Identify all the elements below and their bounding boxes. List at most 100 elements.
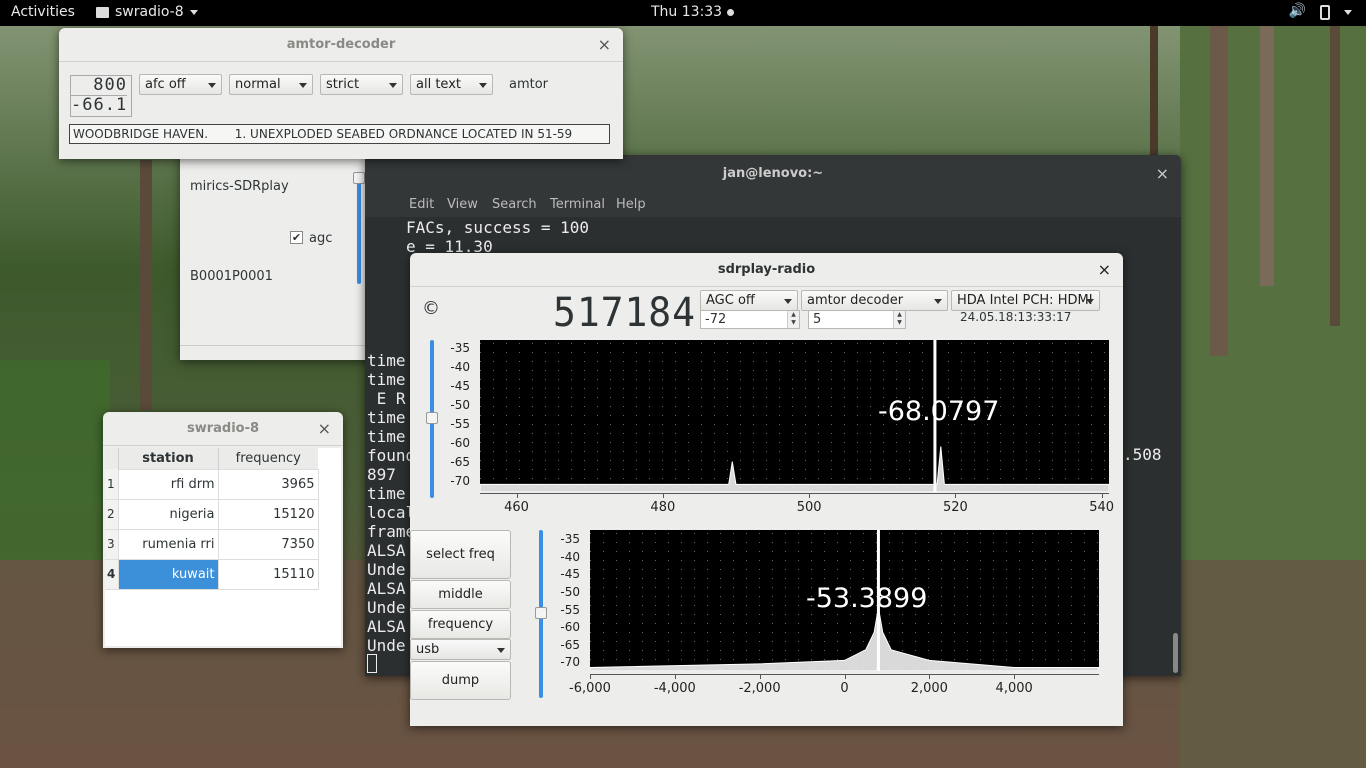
terminal-titlebar[interactable]: jan@lenovo:~ ×: [365, 155, 1181, 193]
frequency-cell[interactable]: 7350: [217, 528, 319, 560]
grid-dot: [753, 397, 754, 398]
table-row[interactable]: 2 nigeria 15120: [105, 498, 341, 530]
menu-help[interactable]: Help: [616, 193, 646, 217]
grid-dot: [1052, 469, 1053, 470]
grid-dot: [1091, 370, 1092, 371]
menu-terminal[interactable]: Terminal: [550, 193, 605, 217]
grid-dot: [1097, 551, 1098, 552]
demod-mode-select[interactable]: usb: [410, 639, 511, 660]
frequency-column-header[interactable]: frequency: [218, 448, 318, 469]
grid-dot: [909, 370, 910, 371]
grid-dot: [954, 623, 955, 624]
grid-dot: [831, 478, 832, 479]
y-tick-label: -45: [560, 567, 580, 582]
grid-dot: [766, 415, 767, 416]
lna-spinbox[interactable]: 5 ▲ ▼: [808, 310, 906, 329]
spin-arrows-icon[interactable]: ▲ ▼: [787, 311, 799, 328]
dump-button[interactable]: dump: [410, 661, 511, 700]
middle-button[interactable]: middle: [410, 580, 511, 609]
close-icon[interactable]: ×: [318, 412, 331, 446]
frequency-display: 517184: [553, 290, 696, 336]
activities-button[interactable]: Activities: [11, 4, 75, 20]
station-column-header[interactable]: station: [118, 448, 219, 469]
grid-dot: [772, 542, 773, 543]
grid-dot: [558, 460, 559, 461]
grid-dot: [1000, 397, 1001, 398]
station-cell[interactable]: rfi drm: [117, 468, 219, 500]
menu-edit[interactable]: Edit: [409, 193, 434, 217]
grid-dot: [720, 533, 721, 534]
strict-select[interactable]: strict: [320, 74, 403, 95]
close-icon[interactable]: ×: [1098, 253, 1111, 287]
grid-dot: [1013, 451, 1014, 452]
grid-dot: [662, 442, 663, 443]
grid-dot: [850, 641, 851, 642]
grid-dot: [759, 596, 760, 597]
grid-dot: [603, 596, 604, 597]
gain-slider-handle[interactable]: [353, 172, 365, 184]
select-freq-button[interactable]: select freq: [410, 530, 511, 579]
grid-dot: [857, 451, 858, 452]
close-icon[interactable]: ×: [598, 28, 611, 62]
station-cell[interactable]: kuwait: [117, 558, 219, 590]
system-tray[interactable]: 🔊: [1289, 3, 1352, 20]
swradio-titlebar[interactable]: swradio-8 ×: [103, 412, 343, 446]
station-cell[interactable]: rumenia rri: [117, 528, 219, 560]
grid-dot: [532, 469, 533, 470]
baseband-level-handle[interactable]: [535, 607, 547, 619]
table-row[interactable]: 1 rfi drm 3965: [105, 468, 341, 500]
amtor-titlebar[interactable]: amtor-decoder ×: [59, 28, 623, 62]
spectrum-level-handle[interactable]: [426, 412, 438, 424]
grid-dot: [772, 587, 773, 588]
baseband-plot[interactable]: -53.3899: [590, 530, 1099, 671]
grid-dot: [766, 406, 767, 407]
copyright-icon[interactable]: ©: [422, 298, 440, 319]
frequency-save-button[interactable]: frequency save: [410, 610, 511, 659]
grid-dot: [831, 406, 832, 407]
grid-dot: [649, 370, 650, 371]
grid-dot: [772, 569, 773, 570]
grid-dot: [909, 451, 910, 452]
grid-dot: [753, 352, 754, 353]
grid-dot: [681, 542, 682, 543]
grid-dot: [694, 614, 695, 615]
frequency-cell[interactable]: 15110: [217, 558, 319, 590]
text-filter-select[interactable]: all text: [410, 74, 493, 95]
gain-spinbox[interactable]: -72 ▲ ▼: [700, 310, 800, 329]
spectrum-plot[interactable]: -68.0797: [480, 340, 1109, 492]
table-row[interactable]: 3 rumenia rri 7350: [105, 528, 341, 560]
agc-select[interactable]: AGC off: [700, 290, 798, 311]
gain-slider[interactable]: [353, 172, 365, 284]
sdrplay-titlebar[interactable]: sdrplay-radio ×: [410, 253, 1123, 287]
menu-view[interactable]: View: [447, 193, 478, 217]
afc-select[interactable]: afc off: [139, 74, 222, 95]
grid-dot: [642, 605, 643, 606]
clock[interactable]: Thu 13:33: [651, 4, 734, 20]
grid-dot: [948, 361, 949, 362]
audio-device-select[interactable]: HDA Intel PCH: HDMI: [951, 290, 1100, 311]
agc-checkbox[interactable]: ✔: [290, 231, 303, 244]
grid-dot: [811, 623, 812, 624]
grid-dot: [1084, 569, 1085, 570]
grid-dot: [603, 605, 604, 606]
frequency-cell[interactable]: 15120: [217, 498, 319, 530]
grid-dot: [798, 551, 799, 552]
frequency-cell[interactable]: 3965: [217, 468, 319, 500]
decoder-select[interactable]: amtor decoder: [801, 290, 948, 311]
terminal-scrollbar[interactable]: [1173, 633, 1178, 673]
baseband-level-slider[interactable]: [535, 530, 547, 698]
grid-dot: [759, 632, 760, 633]
spectrum-level-slider[interactable]: [426, 340, 438, 498]
grid-dot: [1039, 451, 1040, 452]
amtor-message-box: WOODBRIDGE HAVEN. 1. UNEXPLODED SEABED O…: [69, 124, 610, 144]
spin-arrows-icon[interactable]: ▲ ▼: [893, 311, 905, 328]
station-cell[interactable]: nigeria: [117, 498, 219, 530]
close-icon[interactable]: ×: [1156, 155, 1169, 193]
mode-select[interactable]: normal: [229, 74, 313, 95]
grid-dot: [1026, 370, 1027, 371]
menu-search[interactable]: Search: [492, 193, 537, 217]
grid-dot: [805, 352, 806, 353]
table-row[interactable]: 4 kuwait 15110: [105, 558, 341, 590]
grid-dot: [688, 478, 689, 479]
app-menu[interactable]: swradio-8: [96, 4, 198, 20]
